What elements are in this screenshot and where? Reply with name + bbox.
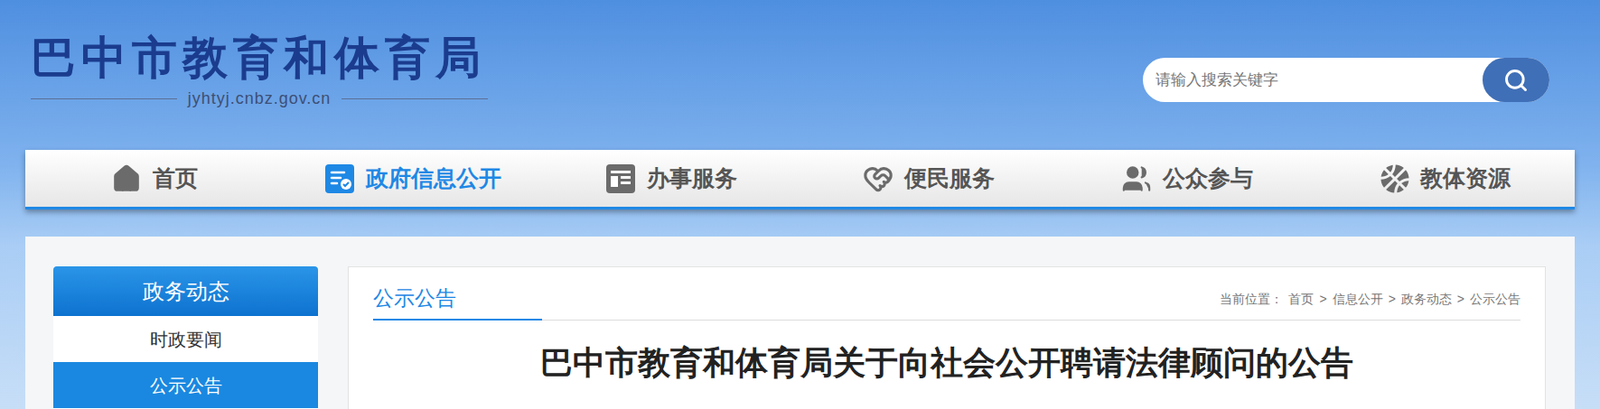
sidebar-title: 政务动态 <box>53 266 319 317</box>
basketball-icon <box>1380 164 1410 194</box>
breadcrumb-item[interactable]: 信息公开 <box>1332 290 1384 309</box>
breadcrumb-item[interactable]: 政务动态 <box>1401 290 1452 309</box>
nav-bar: 首页政府信息公开办事服务便民服务公众参与教体资源 <box>25 149 1575 210</box>
main-panel: 公示公告当前位置：首页>信息公开>政务动态>公示公告巴中市教育和体育局关于向社会… <box>347 266 1546 409</box>
nav-item[interactable]: 教体资源 <box>1316 149 1575 207</box>
search-box <box>1142 57 1550 103</box>
breadcrumb-item[interactable]: 公示公告 <box>1469 290 1521 309</box>
sidebar-item[interactable]: 公示公告 <box>53 362 319 409</box>
search-button[interactable] <box>1482 57 1550 103</box>
nav-item[interactable]: 公众参与 <box>1057 149 1317 207</box>
nav-item[interactable]: 首页 <box>25 149 284 207</box>
heart-hand-icon <box>862 163 894 195</box>
nav-item[interactable]: 办事服务 <box>542 149 801 207</box>
page: 巴中市教育和体育局jyhtyj.cnbz.gov.cn首页政府信息公开办事服务便… <box>0 0 1600 409</box>
logo: 巴中市教育和体育局jyhtyj.cnbz.gov.cn <box>30 0 488 112</box>
header: 巴中市教育和体育局jyhtyj.cnbz.gov.cn <box>0 0 1600 150</box>
section-title: 公示公告 <box>373 282 543 322</box>
content-area: 政务动态时政要闻公示公告公示公告当前位置：首页>信息公开>政务动态>公示公告巴中… <box>25 236 1575 409</box>
section-header: 公示公告当前位置：首页>信息公开>政务动态>公示公告 <box>373 267 1521 321</box>
document-check-icon <box>324 163 356 195</box>
search-input[interactable] <box>1155 68 1483 93</box>
home-icon <box>111 163 142 195</box>
logo-domain: jyhtyj.cnbz.gov.cn <box>187 86 332 112</box>
form-icon <box>605 163 637 195</box>
sidebar: 政务动态时政要闻公示公告 <box>53 266 319 409</box>
search-icon <box>1503 67 1529 94</box>
nav-item[interactable]: 便民服务 <box>800 149 1059 207</box>
breadcrumb: 当前位置：首页>信息公开>政务动态>公示公告 <box>1219 290 1521 320</box>
users-icon <box>1121 163 1152 195</box>
logo-title: 巴中市教育和体育局 <box>30 30 487 85</box>
nav-item[interactable]: 政府信息公开 <box>283 149 543 207</box>
breadcrumb-item[interactable]: 首页 <box>1288 290 1314 309</box>
article-title: 巴中市教育和体育局关于向社会公开聘请法律顾问的公告 <box>373 342 1521 384</box>
sidebar-item[interactable]: 时政要闻 <box>53 316 319 363</box>
